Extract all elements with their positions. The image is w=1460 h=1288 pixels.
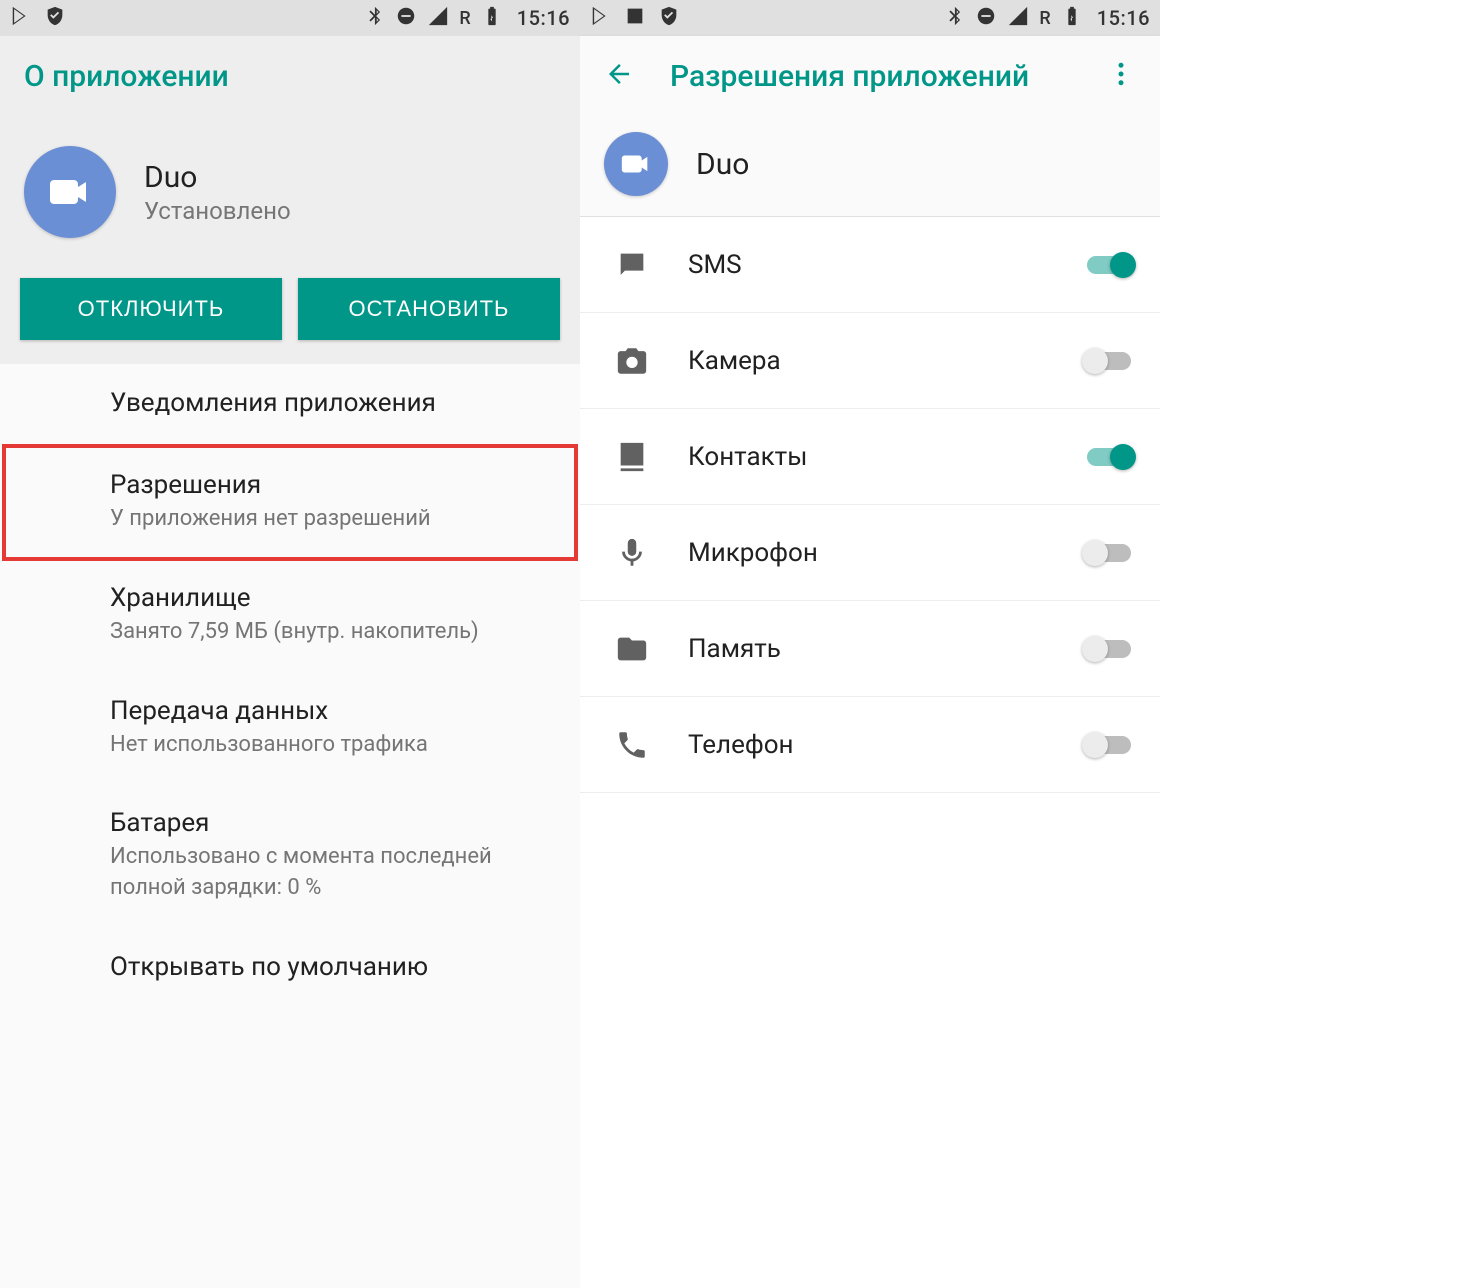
permissions-list: SMS Камера Контакты Микрофон xyxy=(580,217,1160,793)
setting-title: Передача данных xyxy=(110,696,556,726)
setting-subtitle: Нет использованного трафика xyxy=(110,730,556,761)
duo-app-icon xyxy=(24,146,116,238)
setting-title: Уведомления приложения xyxy=(110,388,556,418)
roaming-badge: R xyxy=(459,8,470,29)
phone-right: R 15:16 Разрешения приложений Duo SMS xyxy=(580,0,1160,1288)
data-usage-item[interactable]: Передача данных Нет использованного траф… xyxy=(0,672,580,785)
shield-icon xyxy=(658,5,680,32)
appbar-title: Разрешения приложений xyxy=(670,59,1106,94)
perm-label: Память xyxy=(688,634,1082,664)
app-settings-list: Уведомления приложения Разрешения У прил… xyxy=(0,364,580,1010)
permissions-item[interactable]: Разрешения У приложения нет разрешений xyxy=(4,446,576,559)
perm-phone[interactable]: Телефон xyxy=(580,697,1160,793)
setting-title: Открывать по умолчанию xyxy=(110,952,556,982)
back-button[interactable] xyxy=(604,59,634,93)
overflow-button[interactable] xyxy=(1106,59,1136,93)
setting-title: Разрешения xyxy=(110,470,556,500)
app-name: Duo xyxy=(696,147,749,182)
camera-icon xyxy=(604,344,660,378)
app-info-header: Duo Установлено xyxy=(0,116,580,278)
perm-label: Телефон xyxy=(688,730,1082,760)
disable-button[interactable]: ОТКЛЮЧИТЬ xyxy=(20,278,282,340)
perm-label: Микрофон xyxy=(688,538,1082,568)
status-bar: R 15:16 xyxy=(0,0,580,36)
dnd-icon xyxy=(975,5,997,32)
perm-contacts[interactable]: Контакты xyxy=(580,409,1160,505)
perm-toggle[interactable] xyxy=(1082,250,1136,280)
perm-toggle[interactable] xyxy=(1082,442,1136,472)
status-bar: R 15:16 xyxy=(580,0,1160,36)
storage-item[interactable]: Хранилище Занято 7,59 МБ (внутр. накопит… xyxy=(0,559,580,672)
battery-item[interactable]: Батарея Использовано с момента последней… xyxy=(0,784,580,928)
bluetooth-icon xyxy=(943,5,965,32)
perm-label: SMS xyxy=(688,250,1082,280)
microphone-icon xyxy=(604,536,660,570)
setting-title: Батарея xyxy=(110,808,556,838)
battery-icon xyxy=(481,5,503,32)
contacts-icon xyxy=(604,440,660,474)
status-time: 15:16 xyxy=(1097,6,1150,30)
setting-subtitle: У приложения нет разрешений xyxy=(110,504,556,535)
bluetooth-icon xyxy=(363,5,385,32)
stop-button[interactable]: ОСТАНОВИТЬ xyxy=(298,278,560,340)
sms-icon xyxy=(604,248,660,282)
play-store-icon xyxy=(590,5,612,32)
perm-microphone[interactable]: Микрофон xyxy=(580,505,1160,601)
appbar-title: О приложении xyxy=(24,59,556,94)
roaming-badge: R xyxy=(1039,8,1050,29)
notifications-item[interactable]: Уведомления приложения xyxy=(0,364,580,446)
phone-icon xyxy=(604,728,660,762)
play-store-icon xyxy=(10,5,32,32)
perm-label: Контакты xyxy=(688,442,1082,472)
perm-toggle[interactable] xyxy=(1082,730,1136,760)
perm-toggle[interactable] xyxy=(1082,634,1136,664)
status-time: 15:16 xyxy=(517,6,570,30)
default-open-item[interactable]: Открывать по умолчанию xyxy=(0,928,580,1010)
setting-title: Хранилище xyxy=(110,583,556,613)
perm-app-header: Duo xyxy=(580,116,1160,217)
perm-label: Камера xyxy=(688,346,1082,376)
folder-icon xyxy=(604,632,660,666)
app-name: Duo xyxy=(144,160,291,195)
blank-gutter xyxy=(1160,0,1460,1288)
image-icon xyxy=(624,5,646,32)
duo-app-icon xyxy=(604,132,668,196)
appbar-left: О приложении xyxy=(0,36,580,116)
appbar-right: Разрешения приложений xyxy=(580,36,1160,116)
dnd-icon xyxy=(395,5,417,32)
perm-toggle[interactable] xyxy=(1082,538,1136,568)
perm-camera[interactable]: Камера xyxy=(580,313,1160,409)
setting-subtitle: Использовано с момента последней полной … xyxy=(110,842,556,904)
signal-icon xyxy=(427,5,449,32)
perm-toggle[interactable] xyxy=(1082,346,1136,376)
shield-icon xyxy=(44,5,66,32)
phone-left: R 15:16 О приложении Duo Установлено ОТК… xyxy=(0,0,580,1288)
battery-icon xyxy=(1061,5,1083,32)
app-actions: ОТКЛЮЧИТЬ ОСТАНОВИТЬ xyxy=(0,278,580,364)
app-status: Установлено xyxy=(144,197,291,225)
setting-subtitle: Занято 7,59 МБ (внутр. накопитель) xyxy=(110,617,556,648)
perm-sms[interactable]: SMS xyxy=(580,217,1160,313)
signal-icon xyxy=(1007,5,1029,32)
perm-storage[interactable]: Память xyxy=(580,601,1160,697)
